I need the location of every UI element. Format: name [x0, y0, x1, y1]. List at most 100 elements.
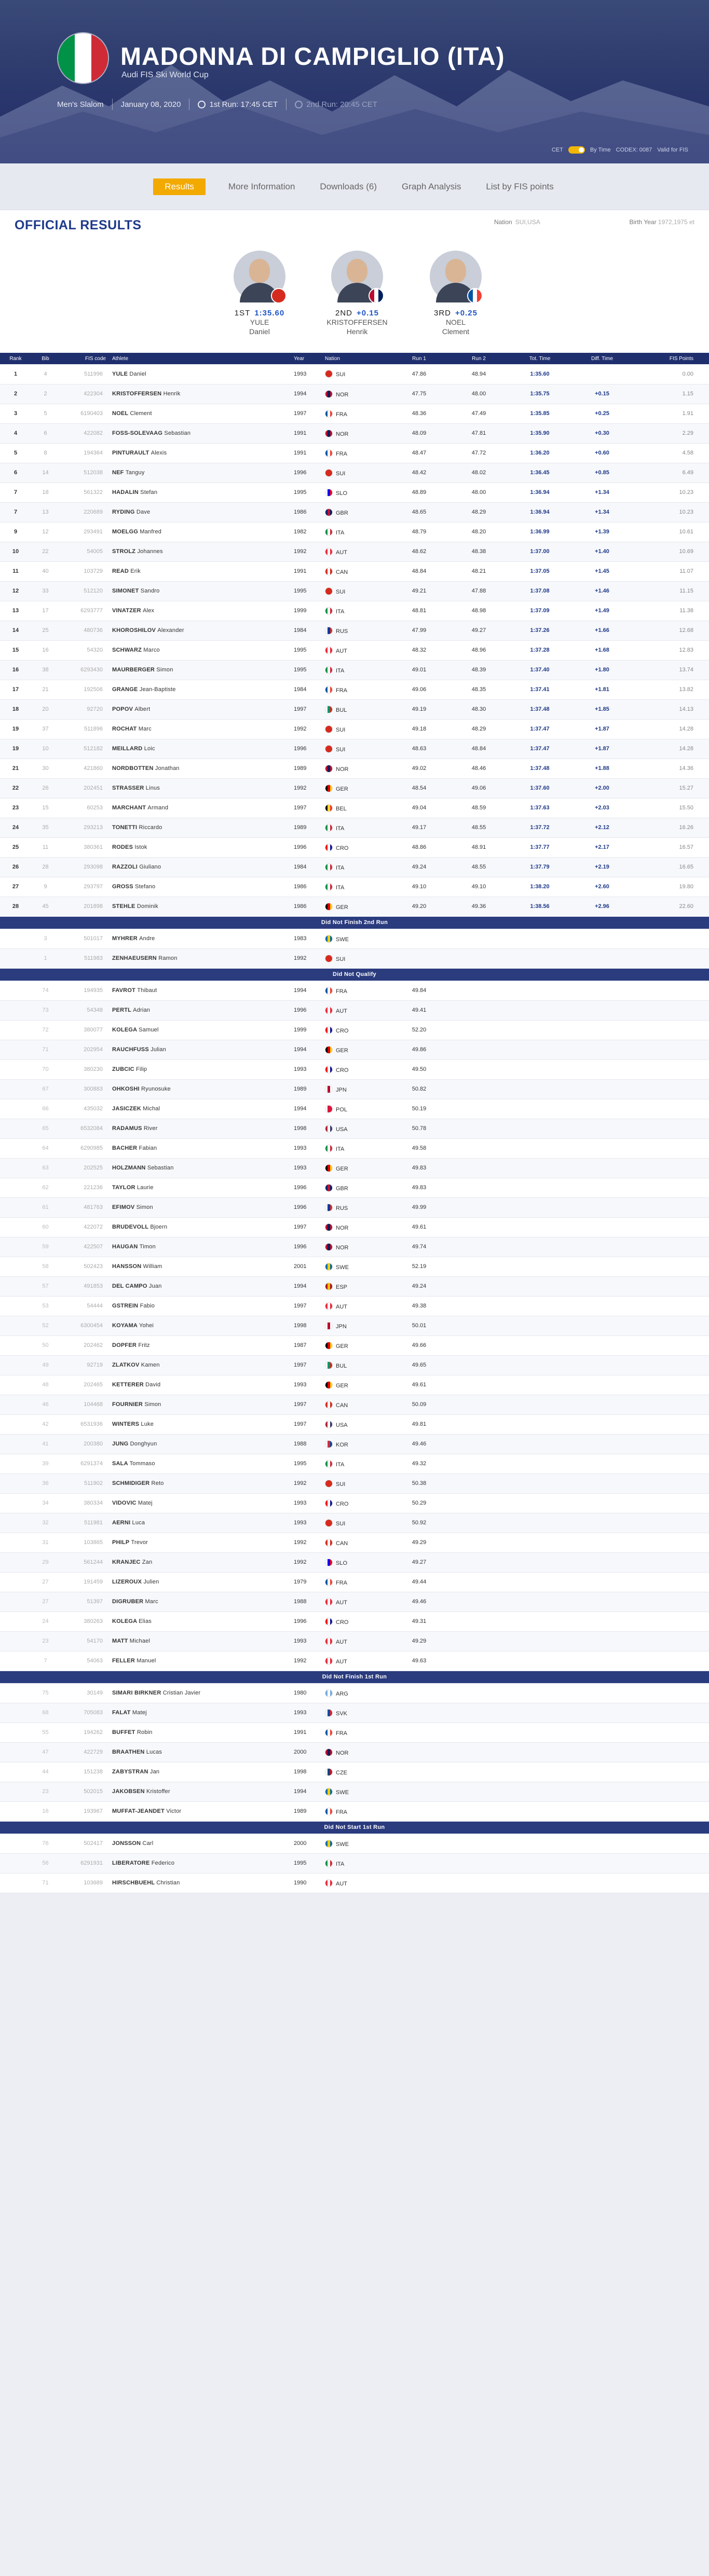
podium-athlete[interactable]: 1ST 1:35.60 YULE Daniel	[215, 251, 304, 336]
athlete-name[interactable]: SCHWARZ Marco	[109, 640, 291, 660]
table-row[interactable]: 26 28 293098 RAZZOLI Giuliano 1984 ITA 49.24 48…	[0, 857, 709, 877]
athlete-name[interactable]: NOEL Clement	[109, 404, 291, 424]
table-row[interactable]: 36 511902 SCHMIDIGER Reto 1992 SUI 50.38	[0, 1473, 709, 1494]
athlete-name[interactable]: KOLEGA Elias	[109, 1611, 291, 1632]
table-row[interactable]: 75 30149 SIMARI BIRKNER Cristian Javier 198…	[0, 1683, 709, 1703]
table-row[interactable]: 1 511983 ZENHAEUSERN Ramon 1992 SUI	[0, 948, 709, 969]
athlete-name[interactable]: KOLEGA Samuel	[109, 1020, 291, 1040]
athlete-name[interactable]: MYHRER Andre	[109, 929, 291, 949]
table-row[interactable]: 31 103865 PHILP Trevor 1992 CAN 49.29	[0, 1533, 709, 1553]
table-row[interactable]: 25 11 380361 RODES Istok 1996 CRO 48.86 48.91 1:…	[0, 837, 709, 858]
athlete-name[interactable]: RADAMUS River	[109, 1119, 291, 1139]
athlete-name[interactable]: ZENHAEUSERN Ramon	[109, 948, 291, 969]
table-row[interactable]: 53 54444 GSTREIN Fabio 1997 AUT 49.38	[0, 1296, 709, 1316]
athlete-name[interactable]: BRUDEVOLL Bjoern	[109, 1217, 291, 1237]
table-row[interactable]: 16 38 6293430 MAURBERGER Simon 1995 ITA 49.01 4…	[0, 660, 709, 680]
athlete-name[interactable]: GSTREIN Fabio	[109, 1296, 291, 1316]
athlete-name[interactable]: AERNI Luca	[109, 1513, 291, 1533]
column-header[interactable]: Athlete	[109, 353, 291, 364]
table-row[interactable]: 23 54170 MATT Michael 1993 AUT 49.29	[0, 1631, 709, 1651]
column-header[interactable]: Run 1	[389, 353, 449, 364]
table-row[interactable]: 56 6291931 LIBERATORE Federico 1995 ITA	[0, 1853, 709, 1874]
athlete-name[interactable]: SCHMIDIGER Reto	[109, 1473, 291, 1494]
column-header[interactable]: Run 2	[449, 353, 509, 364]
table-row[interactable]: 59 422507 HAUGAN Timon 1996 NOR 49.74	[0, 1237, 709, 1257]
table-row[interactable]: 27 9 293797 GROSS Stefano 1986 ITA 49.10 49.10 1…	[0, 877, 709, 897]
tab-fis-points[interactable]: List by FIS points	[484, 177, 555, 196]
athlete-name[interactable]: VIDOVIC Matej	[109, 1493, 291, 1513]
tab-more-information[interactable]: More Information	[226, 177, 297, 196]
table-row[interactable]: 5 8 194364 PINTURAULT Alexis 1991 FRA 48.47 47.…	[0, 443, 709, 463]
table-row[interactable]: 19 10 512182 MEILLARD Loic 1996 SUI 48.63 48.84…	[0, 739, 709, 759]
table-row[interactable]: 42 6531936 WINTERS Luke 1997 USA 49.81	[0, 1414, 709, 1435]
table-row[interactable]: 52 6300454 KOYAMA Yohei 1998 JPN 50.01	[0, 1316, 709, 1336]
athlete-name[interactable]: SIMARI BIRKNER Cristian Javier	[109, 1683, 291, 1703]
athlete-name[interactable]: JONSSON Carl	[109, 1834, 291, 1854]
table-row[interactable]: 73 54348 PERTL Adrian 1996 AUT 49.41	[0, 1000, 709, 1021]
table-row[interactable]: 6 14 512038 NEF Tanguy 1996 SUI 48.42 48.02 1:36…	[0, 463, 709, 483]
athlete-name[interactable]: SALA Tommaso	[109, 1454, 291, 1474]
athlete-name[interactable]: LIZEROUX Julien	[109, 1572, 291, 1592]
athlete-name[interactable]: JAKOBSEN Kristoffer	[109, 1782, 291, 1802]
athlete-name[interactable]: STROLZ Johannes	[109, 542, 291, 562]
table-row[interactable]: 11 40 103729 READ Erik 1991 CAN 48.84 48.21 1:37…	[0, 561, 709, 582]
table-row[interactable]: 34 380334 VIDOVIC Matej 1993 CRO 50.29	[0, 1493, 709, 1513]
athlete-name[interactable]: RAZZOLI Giuliano	[109, 857, 291, 877]
athlete-name[interactable]: TONETTI Riccardo	[109, 818, 291, 838]
table-row[interactable]: 2 2 422304 KRISTOFFERSEN Henrik 1994 NOR 47.75…	[0, 384, 709, 404]
athlete-name[interactable]: RYDING Dave	[109, 502, 291, 522]
athlete-name[interactable]: SIMONET Sandro	[109, 581, 291, 601]
athlete-name[interactable]: WINTERS Luke	[109, 1414, 291, 1435]
table-row[interactable]: 27 191459 LIZEROUX Julien 1979 FRA 49.44	[0, 1572, 709, 1592]
table-row[interactable]: 63 202525 HOLZMANN Sebastian 1993 GER 49.83	[0, 1158, 709, 1178]
podium-athlete[interactable]: 2ND +0.15 KRISTOFFERSEN Henrik	[313, 251, 401, 336]
table-row[interactable]: 7 18 561322 HADALIN Stefan 1995 SLO 48.89 48.00…	[0, 483, 709, 503]
table-row[interactable]: 22 26 202451 STRASSER Linus 1992 GER 48.54 49.0…	[0, 778, 709, 798]
athlete-name[interactable]: HIRSCHBUEHL Christian	[109, 1873, 291, 1893]
table-row[interactable]: 62 221236 TAYLOR Laurie 1996 GBR 49.83	[0, 1178, 709, 1198]
table-row[interactable]: 27 51397 DIGRUBER Marc 1988 AUT 49.46	[0, 1592, 709, 1612]
nation-filter[interactable]: Nation SUI,USA	[494, 218, 540, 226]
table-row[interactable]: 49 92719 ZLATKOV Kamen 1997 BUL 49.65	[0, 1355, 709, 1375]
table-row[interactable]: 7 13 220689 RYDING Dave 1986 GBR 48.65 48.29 1:3…	[0, 502, 709, 522]
athlete-name[interactable]: MARCHANT Armand	[109, 798, 291, 818]
table-row[interactable]: 44 151238 ZABYSTRAN Jan 1998 CZE	[0, 1762, 709, 1782]
column-header[interactable]: Year	[291, 353, 322, 364]
athlete-name[interactable]: JASICZEK Michal	[109, 1099, 291, 1119]
athlete-name[interactable]: STEHLE Dominik	[109, 897, 291, 917]
table-row[interactable]: 76 502417 JONSSON Carl 2000 SWE	[0, 1834, 709, 1854]
athlete-name[interactable]: PERTL Adrian	[109, 1000, 291, 1021]
table-row[interactable]: 29 561244 KRANJEC Zan 1992 SLO 49.27	[0, 1552, 709, 1573]
table-row[interactable]: 50 202462 DOPFER Fritz 1987 GER 49.66	[0, 1335, 709, 1356]
athlete-name[interactable]: HAUGAN Timon	[109, 1237, 291, 1257]
athlete-name[interactable]: BRAATHEN Lucas	[109, 1742, 291, 1762]
athlete-name[interactable]: MATT Michael	[109, 1631, 291, 1651]
table-row[interactable]: 74 194935 FAVROT Thibaut 1994 FRA 49.84	[0, 981, 709, 1001]
podium-athlete[interactable]: 3RD +0.25 NOEL Clement	[412, 251, 500, 336]
athlete-name[interactable]: HADALIN Stefan	[109, 483, 291, 503]
table-row[interactable]: 10 22 54005 STROLZ Johannes 1992 AUT 48.62 48.3…	[0, 542, 709, 562]
time-toggle[interactable]	[568, 146, 585, 154]
table-row[interactable]: 71 103689 HIRSCHBUEHL Christian 1990 AUT	[0, 1873, 709, 1893]
table-row[interactable]: 12 33 512120 SIMONET Sandro 1995 SUI 49.21 47.8…	[0, 581, 709, 601]
athlete-name[interactable]: DIGRUBER Marc	[109, 1592, 291, 1612]
athlete-name[interactable]: YULE Daniel	[109, 364, 291, 384]
table-row[interactable]: 65 6532084 RADAMUS River 1998 USA 50.78	[0, 1119, 709, 1139]
tab-graph-analysis[interactable]: Graph Analysis	[400, 177, 463, 196]
table-row[interactable]: 18 20 92720 POPOV Albert 1997 BUL 49.19 48.30 1:…	[0, 699, 709, 720]
table-row[interactable]: 21 30 421860 NORDBOTTEN Jonathan 1989 NOR 49.0…	[0, 759, 709, 779]
table-row[interactable]: 17 21 192506 GRANGE Jean-Baptiste 1984 FRA 49.…	[0, 680, 709, 700]
athlete-name[interactable]: GRANGE Jean-Baptiste	[109, 680, 291, 700]
athlete-name[interactable]: MOELGG Manfred	[109, 522, 291, 542]
table-row[interactable]: 7 54063 FELLER Manuel 1992 AUT 49.63	[0, 1651, 709, 1671]
table-row[interactable]: 23 15 60253 MARCHANT Armand 1997 BEL 49.04 48.5…	[0, 798, 709, 818]
table-row[interactable]: 55 194262 BUFFET Robin 1991 FRA	[0, 1723, 709, 1743]
athlete-name[interactable]: BACHER Fabian	[109, 1138, 291, 1159]
table-row[interactable]: 66 435032 JASICZEK Michal 1994 POL 50.19	[0, 1099, 709, 1119]
athlete-name[interactable]: TAYLOR Laurie	[109, 1178, 291, 1198]
table-row[interactable]: 23 502015 JAKOBSEN Kristoffer 1994 SWE	[0, 1782, 709, 1802]
table-row[interactable]: 60 422072 BRUDEVOLL Bjoern 1997 NOR 49.61	[0, 1217, 709, 1237]
column-header[interactable]: Rank	[0, 353, 31, 364]
athlete-name[interactable]: FOSS-SOLEVAAG Sebastian	[109, 423, 291, 444]
athlete-name[interactable]: POPOV Albert	[109, 699, 291, 720]
